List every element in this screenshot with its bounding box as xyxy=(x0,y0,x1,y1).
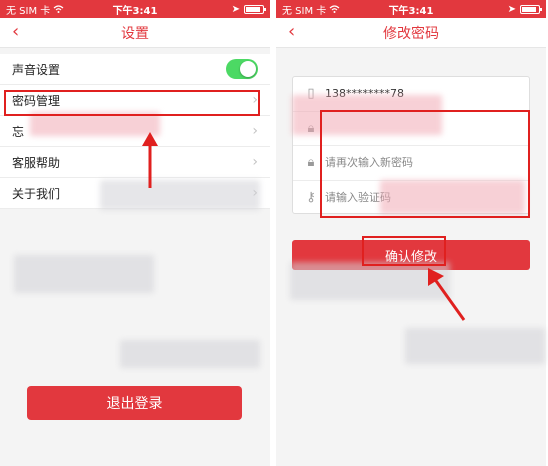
key-icon: ⚷ xyxy=(306,190,316,206)
mosaic-patch xyxy=(120,340,260,368)
mosaic-patch xyxy=(14,255,154,293)
nav-bar: ‹ 设置 xyxy=(0,18,270,48)
lock-icon: 🔒︎ xyxy=(307,155,315,171)
battery-icon xyxy=(244,4,266,14)
chevron-right-icon: › xyxy=(252,154,258,170)
settings-row-sound: 声音设置 xyxy=(0,54,270,85)
status-time: 下午3:41 xyxy=(112,5,158,17)
mosaic-patch xyxy=(405,328,545,364)
settings-row-label: 客服帮助 xyxy=(12,155,61,170)
page-title: 修改密码 xyxy=(383,25,439,42)
page-title: 设置 xyxy=(121,25,149,42)
settings-row-help[interactable]: 客服帮助 › xyxy=(0,147,270,178)
mosaic-patch xyxy=(292,95,442,135)
sound-toggle[interactable] xyxy=(226,59,258,79)
mosaic-patch xyxy=(30,112,160,136)
back-icon[interactable]: ‹ xyxy=(288,22,295,42)
status-bar: 无 SIM 卡 下午3:41 ➤ xyxy=(276,0,546,18)
tutorial-composite: 无 SIM 卡 下午3:41 ➤ ‹ 设置 声音设置 密码管理 › 忘 › 客服… xyxy=(0,0,548,466)
mosaic-patch xyxy=(100,180,260,210)
repeat-password-input[interactable] xyxy=(325,156,505,170)
nav-bar: ‹ 修改密码 xyxy=(276,18,546,48)
settings-screen: 无 SIM 卡 下午3:41 ➤ ‹ 设置 声音设置 密码管理 › 忘 › 客服… xyxy=(0,0,270,466)
logout-button[interactable]: 退出登录 xyxy=(27,386,242,420)
mosaic-patch xyxy=(290,262,450,300)
toggle-knob xyxy=(240,61,256,77)
mosaic-patch xyxy=(380,180,525,214)
settings-row-label: 关于我们 xyxy=(12,186,61,201)
change-password-screen: 无 SIM 卡 下午3:41 ➤ ‹ 修改密码 ▯ 138********78 … xyxy=(276,0,546,466)
settings-row-label: 声音设置 xyxy=(12,62,61,77)
settings-row-label: 密码管理 xyxy=(12,93,61,108)
back-icon[interactable]: ‹ xyxy=(12,22,19,42)
battery-icon xyxy=(520,4,542,14)
chevron-right-icon: › xyxy=(252,123,258,139)
status-bar: 无 SIM 卡 下午3:41 ➤ xyxy=(0,0,270,18)
repeat-password-field[interactable]: 🔒︎ xyxy=(293,146,529,181)
chevron-right-icon: › xyxy=(252,92,258,108)
settings-row-label: 忘 xyxy=(12,124,25,139)
status-time: 下午3:41 xyxy=(388,5,434,17)
